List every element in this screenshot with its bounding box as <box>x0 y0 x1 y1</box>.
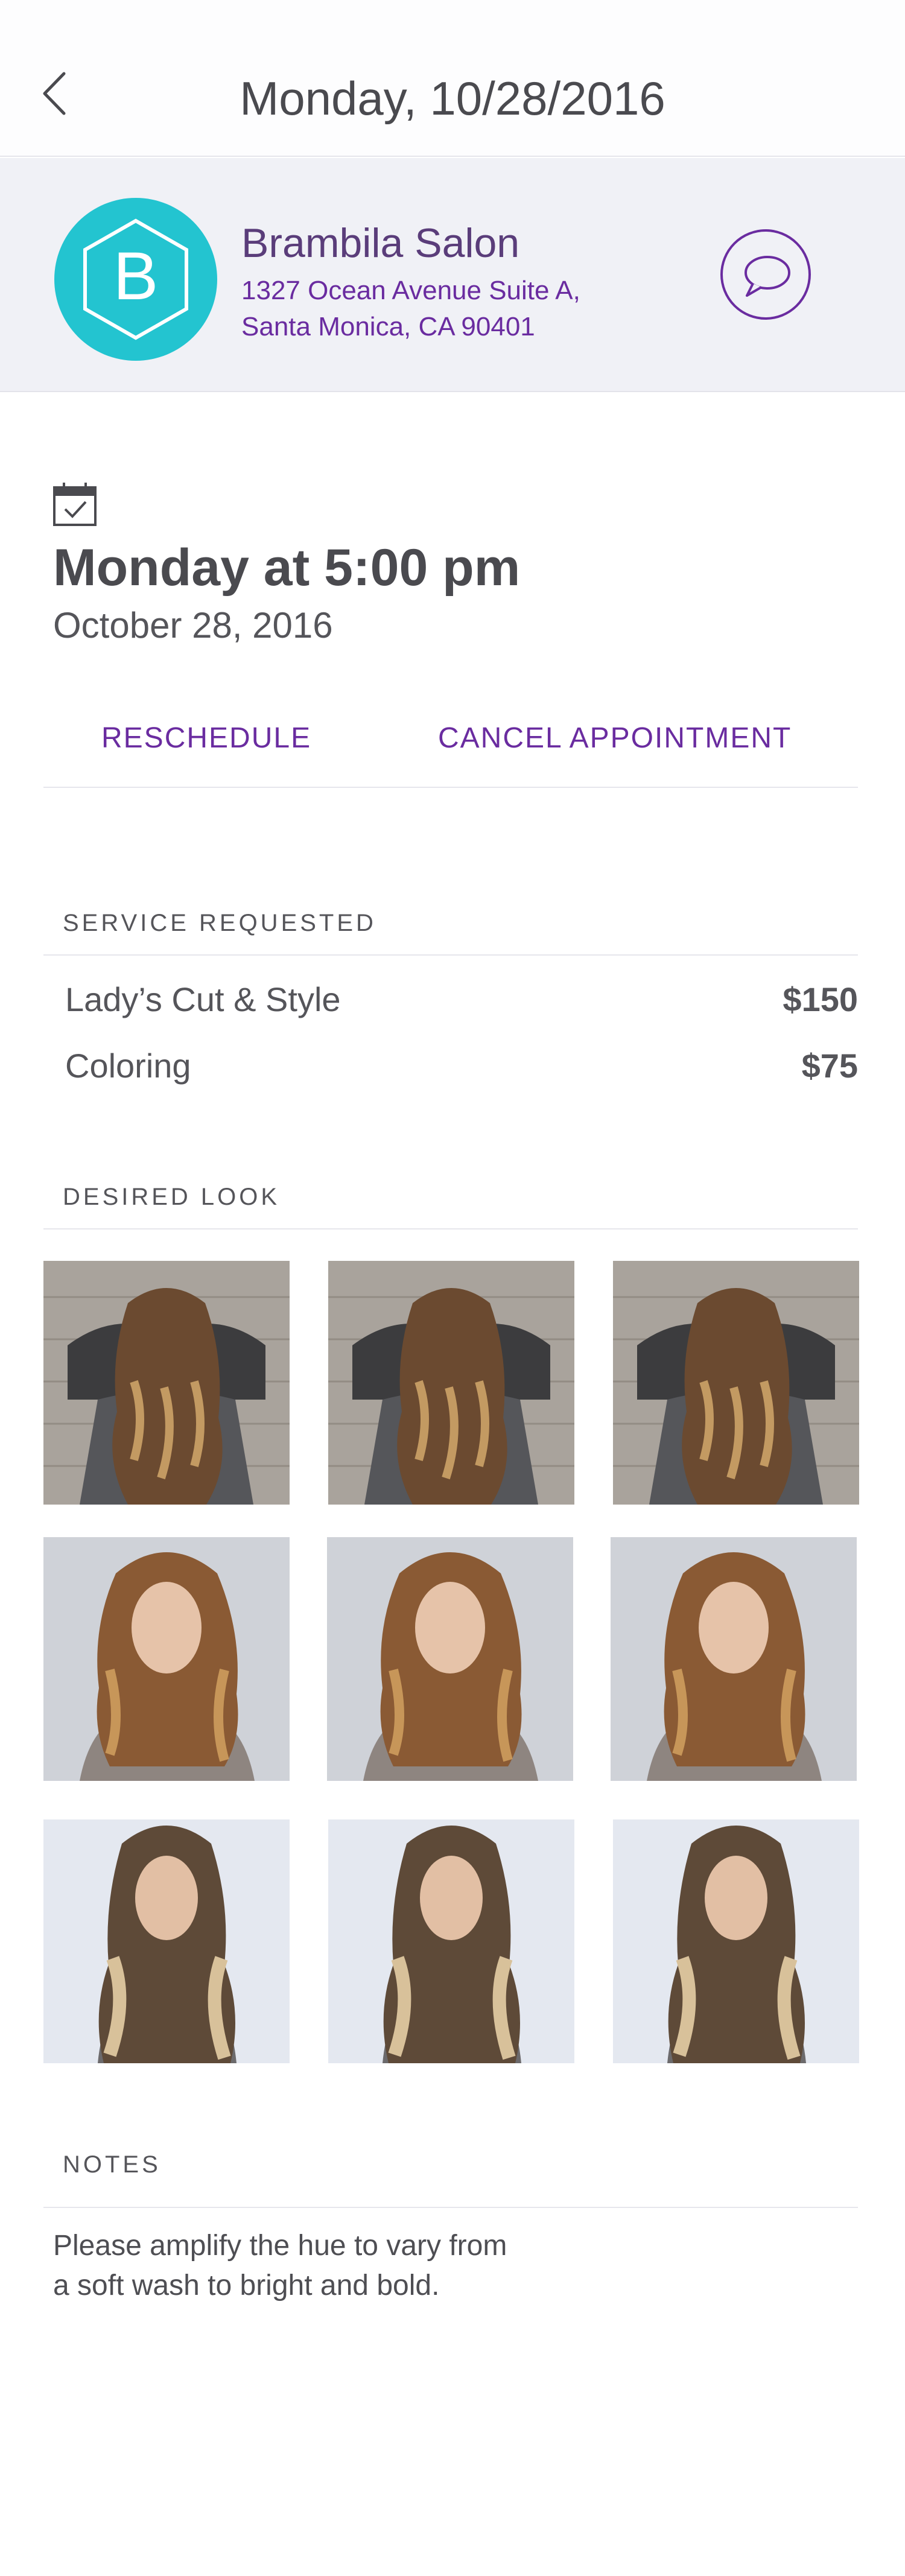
salon-name[interactable]: Brambila Salon <box>241 220 519 267</box>
divider <box>43 1228 858 1229</box>
hexagon-b-logo-icon: B <box>83 218 188 340</box>
salon-address[interactable]: 1327 Ocean Avenue Suite A, Santa Monica,… <box>241 273 580 345</box>
service-price: $75 <box>801 1047 858 1085</box>
ombre-waves-model-photo <box>43 1819 290 2063</box>
desired-look-photo[interactable] <box>611 1537 857 1781</box>
long-wavy-hair-model-photo <box>327 1537 573 1781</box>
wavy-hair-back-photo <box>43 1261 290 1505</box>
service-name: Lady’s Cut & Style <box>65 980 341 1018</box>
notes-line: a soft wash to bright and bold. <box>53 2270 440 2302</box>
chat-bubble-icon <box>745 256 790 297</box>
salon-logo: B <box>54 198 217 361</box>
cancel-appointment-button[interactable]: CANCEL APPOINTMENT <box>438 722 792 755</box>
notes-heading: NOTES <box>63 2151 161 2178</box>
long-wavy-hair-model-photo <box>611 1537 857 1781</box>
ombre-waves-model-photo <box>328 1819 574 2063</box>
desired-look-photo[interactable] <box>327 1537 573 1781</box>
service-name: Coloring <box>65 1047 191 1085</box>
divider <box>43 954 858 956</box>
desired-look-photo[interactable] <box>328 1261 574 1505</box>
long-wavy-hair-model-photo <box>43 1537 290 1781</box>
service-price: $150 <box>783 980 858 1018</box>
notes-line: Please amplify the hue to vary from <box>53 2230 507 2262</box>
salon-address-line1: 1327 Ocean Avenue Suite A, <box>241 276 580 305</box>
desired-look-photo[interactable] <box>43 1261 290 1505</box>
desired-look-photo[interactable] <box>43 1819 290 2063</box>
salon-header: B Brambila Salon 1327 Ocean Avenue Suite… <box>0 158 905 392</box>
wavy-hair-back-photo <box>328 1261 574 1505</box>
service-item: Coloring $75 <box>65 1046 858 1085</box>
appointment-date: October 28, 2016 <box>53 605 333 646</box>
desired-look-photo[interactable] <box>328 1819 574 2063</box>
salon-address-line2: Santa Monica, CA 90401 <box>241 312 535 341</box>
divider <box>43 787 858 788</box>
reschedule-button[interactable]: RESCHEDULE <box>101 722 311 755</box>
desired-look-heading: DESIRED LOOK <box>63 1184 281 1210</box>
logo-letter: B <box>113 238 159 314</box>
wavy-hair-back-photo <box>613 1261 859 1505</box>
page-title: Monday, 10/28/2016 <box>240 72 665 125</box>
desired-look-photo[interactable] <box>613 1819 859 2063</box>
message-button[interactable] <box>720 229 811 320</box>
divider <box>43 2207 858 2208</box>
notes-text: Please amplify the hue to vary from a so… <box>53 2226 656 2306</box>
calendar-check-icon <box>53 483 97 526</box>
appointment-time: Monday at 5:00 pm <box>53 539 521 597</box>
desired-look-photo[interactable] <box>43 1537 290 1781</box>
ombre-waves-model-photo <box>613 1819 859 2063</box>
top-bar: Monday, 10/28/2016 <box>0 0 905 157</box>
desired-look-photo[interactable] <box>613 1261 859 1505</box>
service-requested-heading: SERVICE REQUESTED <box>63 910 376 936</box>
service-item: Lady’s Cut & Style $150 <box>65 980 858 1019</box>
